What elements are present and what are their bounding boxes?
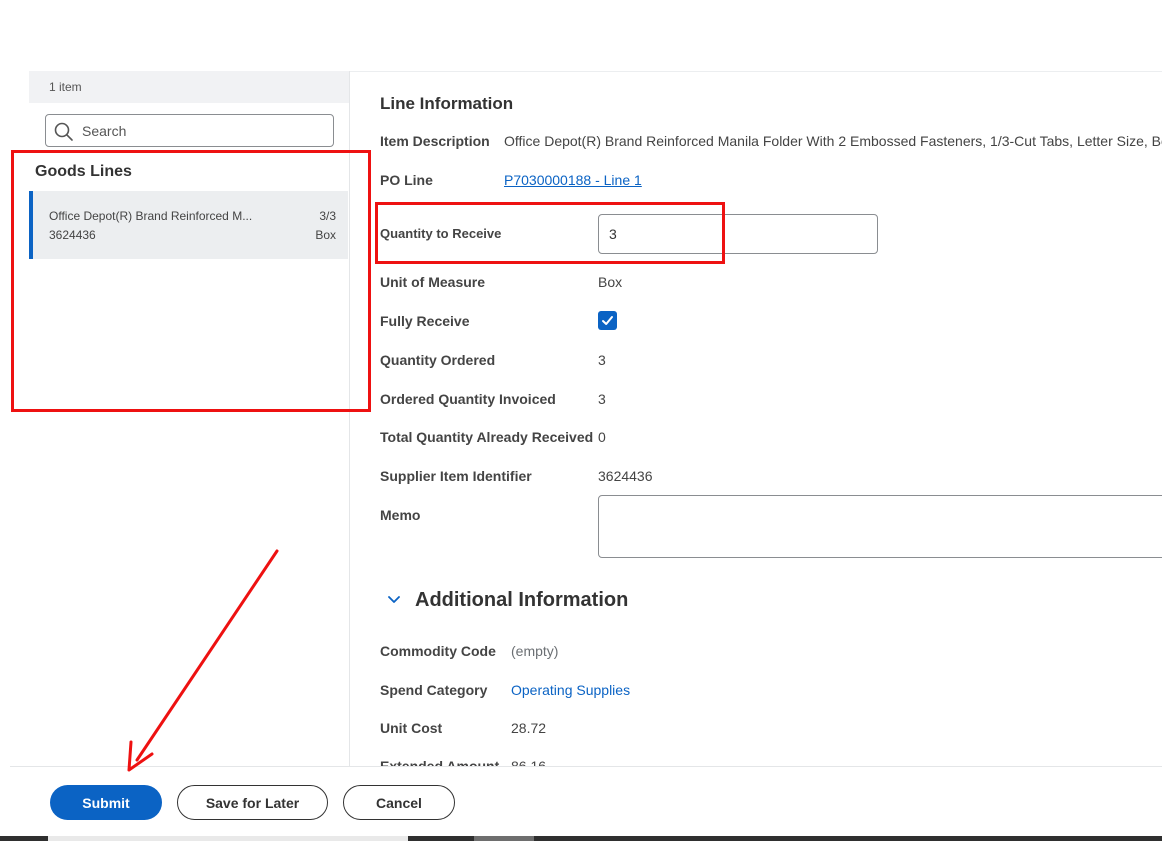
search-input[interactable]	[82, 115, 322, 146]
memo-field[interactable]	[598, 495, 1162, 558]
total-quantity-received-label: Total Quantity Already Received	[380, 429, 594, 445]
po-line-label: PO Line	[380, 172, 433, 188]
chevron-down-icon	[388, 596, 400, 603]
extended-amount-value: 86.16	[511, 758, 547, 766]
taskbar-strip	[0, 836, 1162, 841]
item-count: 1 item	[29, 71, 349, 103]
item-description-value: Office Depot(R) Brand Reinforced Manila …	[504, 133, 1162, 149]
goods-lines-title: Goods Lines	[35, 163, 132, 180]
checkmark-icon	[602, 316, 613, 325]
goods-line-id: 3624436	[49, 228, 96, 242]
cancel-button[interactable]: Cancel	[343, 785, 455, 820]
action-footer: Submit Save for Later Cancel	[10, 766, 1162, 842]
memo-label: Memo	[380, 507, 421, 523]
fully-receive-label: Fully Receive	[380, 313, 470, 329]
goods-lines-panel: 1 item Goods Lines Office Depot(R) Brand…	[29, 71, 349, 766]
commodity-code-value: (empty)	[511, 643, 559, 659]
total-quantity-received-value: 0	[598, 429, 606, 445]
goods-line-item[interactable]: Office Depot(R) Brand Reinforced M... 36…	[29, 191, 348, 259]
line-details: Line Information Item Description Office…	[380, 0, 1162, 766]
quantity-to-receive-label: Quantity to Receive	[380, 226, 502, 241]
po-line-link[interactable]: P7030000188 - Line 1	[504, 172, 642, 188]
unit-cost-label: Unit Cost	[380, 720, 443, 736]
commodity-code-label: Commodity Code	[380, 643, 496, 659]
extended-amount-label: Extended Amount	[380, 758, 500, 766]
supplier-item-identifier-value: 3624436	[598, 468, 653, 484]
goods-line-count: 3/3	[319, 209, 336, 223]
ordered-quantity-invoiced-value: 3	[598, 391, 606, 407]
search-icon	[54, 122, 73, 141]
ordered-quantity-invoiced-label: Ordered Quantity Invoiced	[380, 391, 556, 407]
unit-cost-value: 28.72	[511, 720, 547, 736]
additional-information-title: Additional Information	[415, 589, 629, 611]
spend-category-link[interactable]: Operating Supplies	[511, 682, 630, 698]
quantity-ordered-label: Quantity Ordered	[380, 352, 496, 368]
save-for-later-button[interactable]: Save for Later	[177, 785, 328, 820]
goods-line-name: Office Depot(R) Brand Reinforced M...	[49, 209, 253, 223]
goods-line-unit: Box	[315, 228, 336, 242]
supplier-item-identifier-label: Supplier Item Identifier	[380, 468, 532, 484]
unit-of-measure-label: Unit of Measure	[380, 274, 486, 290]
submit-button[interactable]: Submit	[50, 785, 162, 820]
fully-receive-checkbox[interactable]	[598, 311, 617, 330]
spend-category-label: Spend Category	[380, 682, 488, 698]
panel-divider	[349, 71, 350, 766]
taskbar-segment	[48, 836, 408, 841]
taskbar-segment	[474, 836, 534, 841]
quantity-ordered-value: 3	[598, 352, 606, 368]
item-description-label: Item Description	[380, 133, 490, 149]
quantity-to-receive-input[interactable]	[598, 214, 878, 254]
unit-of-measure-value: Box	[598, 274, 623, 290]
search-box[interactable]	[45, 114, 334, 147]
line-information-title: Line Information	[380, 94, 514, 113]
